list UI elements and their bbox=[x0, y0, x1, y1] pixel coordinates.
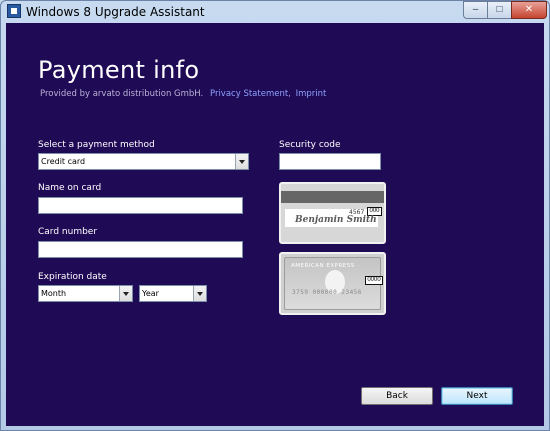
expiration-date-label: Expiration date bbox=[38, 272, 107, 282]
name-on-card-label: Name on card bbox=[38, 183, 102, 193]
window-title: Windows 8 Upgrade Assistant bbox=[26, 5, 205, 19]
maximize-button[interactable]: □ bbox=[487, 1, 512, 19]
page-title: Payment info bbox=[38, 56, 200, 84]
month-value: Month bbox=[41, 289, 67, 298]
magnetic-stripe bbox=[281, 191, 384, 203]
card-signature: Benjamin Smith bbox=[295, 215, 377, 225]
minimize-button[interactable]: – bbox=[463, 1, 488, 19]
name-on-card-input[interactable] bbox=[38, 197, 243, 214]
payment-method-label: Select a payment method bbox=[38, 140, 155, 150]
chevron-down-icon[interactable] bbox=[119, 286, 132, 301]
payment-method-dropdown[interactable]: Credit card bbox=[38, 153, 249, 170]
app-window: Windows 8 Upgrade Assistant – □ ✕ Paymen… bbox=[0, 0, 550, 431]
card-brand: AMERICAN EXPRESS bbox=[291, 263, 355, 269]
expiration-year-dropdown[interactable]: Year bbox=[139, 285, 207, 302]
provider-text: Provided by arvato distribution GmbH. bbox=[40, 89, 204, 99]
imprint-link[interactable]: Imprint bbox=[296, 89, 327, 99]
card-number-label: Card number bbox=[38, 227, 98, 237]
close-button[interactable]: ✕ bbox=[511, 1, 547, 19]
content-area: Payment info Provided by arvato distribu… bbox=[6, 23, 544, 426]
card-front-cvv: 0000 bbox=[365, 276, 383, 285]
back-button[interactable]: Back bbox=[361, 387, 433, 405]
next-button[interactable]: Next bbox=[441, 387, 513, 405]
app-icon bbox=[7, 4, 21, 18]
year-value: Year bbox=[142, 289, 159, 298]
card-face: AMERICAN EXPRESS 0000 3759 000000 23456 bbox=[284, 257, 383, 310]
chevron-down-icon[interactable] bbox=[193, 286, 206, 301]
security-code-input[interactable] bbox=[279, 153, 381, 170]
card-front-number: 3759 000000 23456 bbox=[292, 289, 362, 296]
card-number-input[interactable] bbox=[38, 241, 243, 258]
security-code-label: Security code bbox=[279, 140, 341, 150]
chevron-down-icon[interactable] bbox=[235, 154, 248, 169]
expiration-month-dropdown[interactable]: Month bbox=[38, 285, 133, 302]
card-back-illustration: 4567 000 Benjamin Smith bbox=[279, 182, 386, 244]
provider-info: Provided by arvato distribution GmbH. Pr… bbox=[40, 89, 326, 99]
card-front-illustration: AMERICAN EXPRESS 0000 3759 000000 23456 bbox=[279, 252, 386, 315]
privacy-statement-link[interactable]: Privacy Statement, bbox=[210, 89, 291, 99]
title-bar[interactable]: Windows 8 Upgrade Assistant – □ ✕ bbox=[1, 1, 549, 23]
payment-method-value: Credit card bbox=[41, 157, 86, 166]
